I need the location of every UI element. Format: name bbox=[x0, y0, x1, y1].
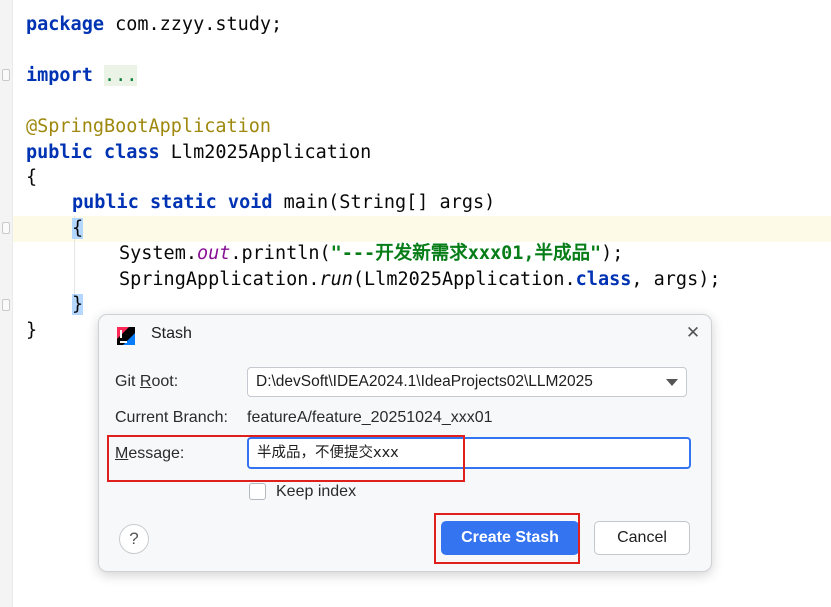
dialog-title: Stash bbox=[151, 325, 192, 342]
message-label: Message: bbox=[115, 445, 185, 462]
current-branch-label: Current Branch: bbox=[115, 409, 228, 426]
fold-marker-icon[interactable] bbox=[2, 69, 10, 81]
intellij-idea-icon bbox=[117, 327, 135, 345]
keep-index-checkbox[interactable] bbox=[249, 483, 266, 500]
create-stash-button[interactable]: Create Stash bbox=[441, 521, 579, 555]
current-line-highlight bbox=[13, 216, 831, 242]
code-line-package: package com.zzyy.study; bbox=[26, 14, 283, 35]
code-line-import: import ... bbox=[26, 65, 138, 86]
git-root-select[interactable]: D:\devSoft\IDEA2024.1\IdeaProjects02\LLM… bbox=[247, 367, 687, 397]
code-line-main-open: { bbox=[72, 218, 84, 239]
code-line-main-close: } bbox=[72, 294, 84, 315]
folded-imports[interactable]: ... bbox=[103, 65, 138, 86]
code-line-class-close: } bbox=[26, 320, 38, 341]
help-button[interactable]: ? bbox=[119, 524, 149, 554]
code-line-class-open: { bbox=[26, 167, 38, 188]
code-line-run: SpringApplication.run(Llm2025Application… bbox=[119, 269, 721, 290]
chevron-down-icon bbox=[666, 379, 678, 386]
stash-dialog: Stash ✕ Git Root: D:\devSoft\IDEA2024.1\… bbox=[98, 314, 712, 572]
close-icon[interactable]: ✕ bbox=[683, 323, 703, 343]
code-line-main-decl: public static void main(String[] args) bbox=[72, 192, 496, 213]
code-line-println: System.out.println("---开发新需求xxx01,半成品"); bbox=[119, 243, 624, 264]
fold-marker-icon[interactable] bbox=[2, 299, 10, 311]
cancel-button[interactable]: Cancel bbox=[594, 521, 690, 555]
git-root-label: Git Root: bbox=[115, 373, 179, 390]
code-line-class-decl: public class Llm2025Application bbox=[26, 142, 372, 163]
message-field[interactable]: 半成品，不便提交xxx bbox=[247, 437, 691, 469]
git-root-value: D:\devSoft\IDEA2024.1\IdeaProjects02\LLM… bbox=[256, 373, 593, 390]
fold-marker-icon[interactable] bbox=[2, 222, 10, 234]
code-line-annotation: @SpringBootApplication bbox=[26, 116, 272, 137]
keep-index-label: Keep index bbox=[276, 483, 357, 500]
current-branch-value: featureA/feature_20251024_xxx01 bbox=[247, 409, 493, 426]
